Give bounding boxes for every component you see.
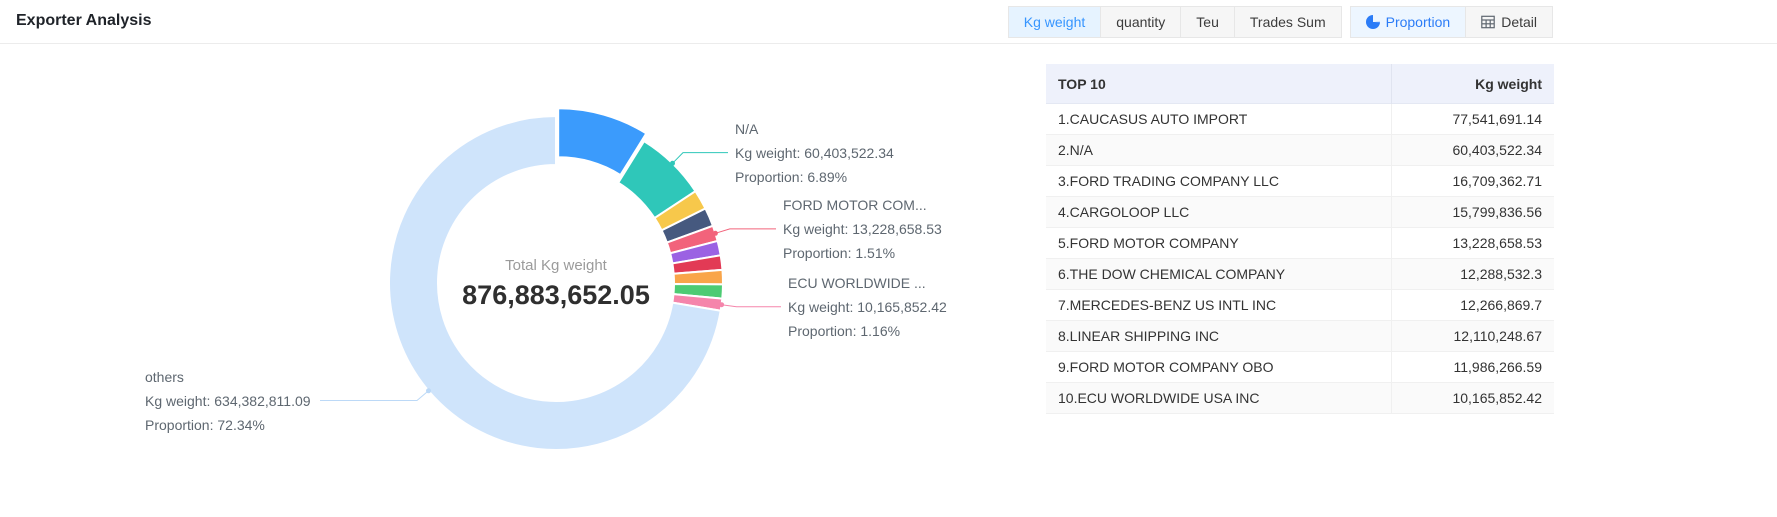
chart-panel: Total Kg weight 876,883,652.05 N/A Kg we… [0,44,1040,517]
column-header-kg-weight: Kg weight [1391,64,1554,104]
kg-weight-cell: 11,986,266.59 [1391,352,1554,383]
callout-name: others [145,365,311,389]
exporter-name-cell: 2.N/A [1046,142,1391,158]
view-tab-group: Proportion Detail [1350,6,1553,38]
exporter-name-cell: 10.ECU WORLDWIDE USA INC [1046,390,1391,406]
exporter-name-cell: 8.LINEAR SHIPPING INC [1046,328,1391,344]
exporter-name-cell: 1.CAUCASUS AUTO IMPORT [1046,111,1391,127]
kg-weight-cell: 13,228,658.53 [1391,228,1554,259]
kg-weight-cell: 10,165,852.42 [1391,383,1554,414]
callout-dot [670,161,675,166]
tab-detail[interactable]: Detail [1465,6,1553,38]
callout-proportion: Proportion: 1.51% [783,241,942,265]
callout-na: N/A Kg weight: 60,403,522.34 Proportion:… [735,117,894,189]
callout-leader-line [673,153,729,164]
kg-weight-cell: 12,110,248.67 [1391,321,1554,352]
kg-weight-cell: 12,266,869.7 [1391,290,1554,321]
callout-leader-line [722,305,781,307]
tab-proportion[interactable]: Proportion [1350,6,1467,38]
callout-proportion: Proportion: 72.34% [145,413,311,437]
table-row[interactable]: 9.FORD MOTOR COMPANY OBO 11,986,266.59 [1046,352,1554,383]
table-row[interactable]: 3.FORD TRADING COMPANY LLC 16,709,362.71 [1046,166,1554,197]
callout-kg-weight: Kg weight: 10,165,852.42 [788,295,947,319]
table-row[interactable]: 1.CAUCASUS AUTO IMPORT 77,541,691.14 [1046,104,1554,135]
callout-proportion: Proportion: 1.16% [788,319,947,343]
callout-leader-line [715,229,776,233]
top10-table: TOP 10 Kg weight 1.CAUCASUS AUTO IMPORT … [1046,64,1554,414]
header-bar: Exporter Analysis Kg weight quantity Teu… [0,0,1777,44]
callout-dot [426,388,431,393]
tab-proportion-label: Proportion [1386,7,1451,37]
tab-quantity[interactable]: quantity [1100,6,1181,38]
page-title: Exporter Analysis [16,12,151,30]
tab-teu[interactable]: Teu [1180,6,1235,38]
column-header-top10: TOP 10 [1046,76,1391,92]
tab-trades-sum[interactable]: Trades Sum [1234,6,1342,38]
callout-dot [719,302,724,307]
callout-ecu-worldwide: ECU WORLDWIDE ... Kg weight: 10,165,852.… [788,271,947,343]
kg-weight-cell: 77,541,691.14 [1391,104,1554,135]
table-row[interactable]: 6.THE DOW CHEMICAL COMPANY 12,288,532.3 [1046,259,1554,290]
exporter-name-cell: 4.CARGOLOOP LLC [1046,204,1391,220]
table-header-row: TOP 10 Kg weight [1046,64,1554,104]
table-row[interactable]: 2.N/A 60,403,522.34 [1046,135,1554,166]
exporter-name-cell: 6.THE DOW CHEMICAL COMPANY [1046,266,1391,282]
callout-name: FORD MOTOR COM... [783,193,942,217]
table-row[interactable]: 7.MERCEDES-BENZ US INTL INC 12,266,869.7 [1046,290,1554,321]
callout-name: ECU WORLDWIDE ... [788,271,947,295]
table-body: 1.CAUCASUS AUTO IMPORT 77,541,691.14 2.N… [1046,104,1554,414]
kg-weight-cell: 60,403,522.34 [1391,135,1554,166]
callout-name: N/A [735,117,894,141]
exporter-name-cell: 5.FORD MOTOR COMPANY [1046,235,1391,251]
callout-kg-weight: Kg weight: 60,403,522.34 [735,141,894,165]
header-tabs: Kg weight quantity Teu Trades Sum Propor… [1008,6,1553,38]
callout-proportion: Proportion: 6.89% [735,165,894,189]
table-icon [1481,15,1495,29]
table-row[interactable]: 5.FORD MOTOR COMPANY 13,228,658.53 [1046,228,1554,259]
callout-kg-weight: Kg weight: 13,228,658.53 [783,217,942,241]
callout-leader-line [320,391,429,401]
table-row[interactable]: 10.ECU WORLDWIDE USA INC 10,165,852.42 [1046,383,1554,414]
callout-others: others Kg weight: 634,382,811.09 Proport… [145,365,311,437]
tab-detail-label: Detail [1501,7,1537,37]
exporter-name-cell: 9.FORD MOTOR COMPANY OBO [1046,359,1391,375]
table-row[interactable]: 4.CARGOLOOP LLC 15,799,836.56 [1046,197,1554,228]
pie-chart-icon [1366,15,1380,29]
callout-dot [713,231,718,236]
metric-tab-group: Kg weight quantity Teu Trades Sum [1008,6,1342,38]
kg-weight-cell: 15,799,836.56 [1391,197,1554,228]
table-row[interactable]: 8.LINEAR SHIPPING INC 12,110,248.67 [1046,321,1554,352]
kg-weight-cell: 12,288,532.3 [1391,259,1554,290]
tab-kg-weight[interactable]: Kg weight [1008,6,1101,38]
callout-ford-motor: FORD MOTOR COM... Kg weight: 13,228,658.… [783,193,942,265]
exporter-name-cell: 7.MERCEDES-BENZ US INTL INC [1046,297,1391,313]
callout-kg-weight: Kg weight: 634,382,811.09 [145,389,311,413]
exporter-name-cell: 3.FORD TRADING COMPANY LLC [1046,173,1391,189]
kg-weight-cell: 16,709,362.71 [1391,166,1554,197]
